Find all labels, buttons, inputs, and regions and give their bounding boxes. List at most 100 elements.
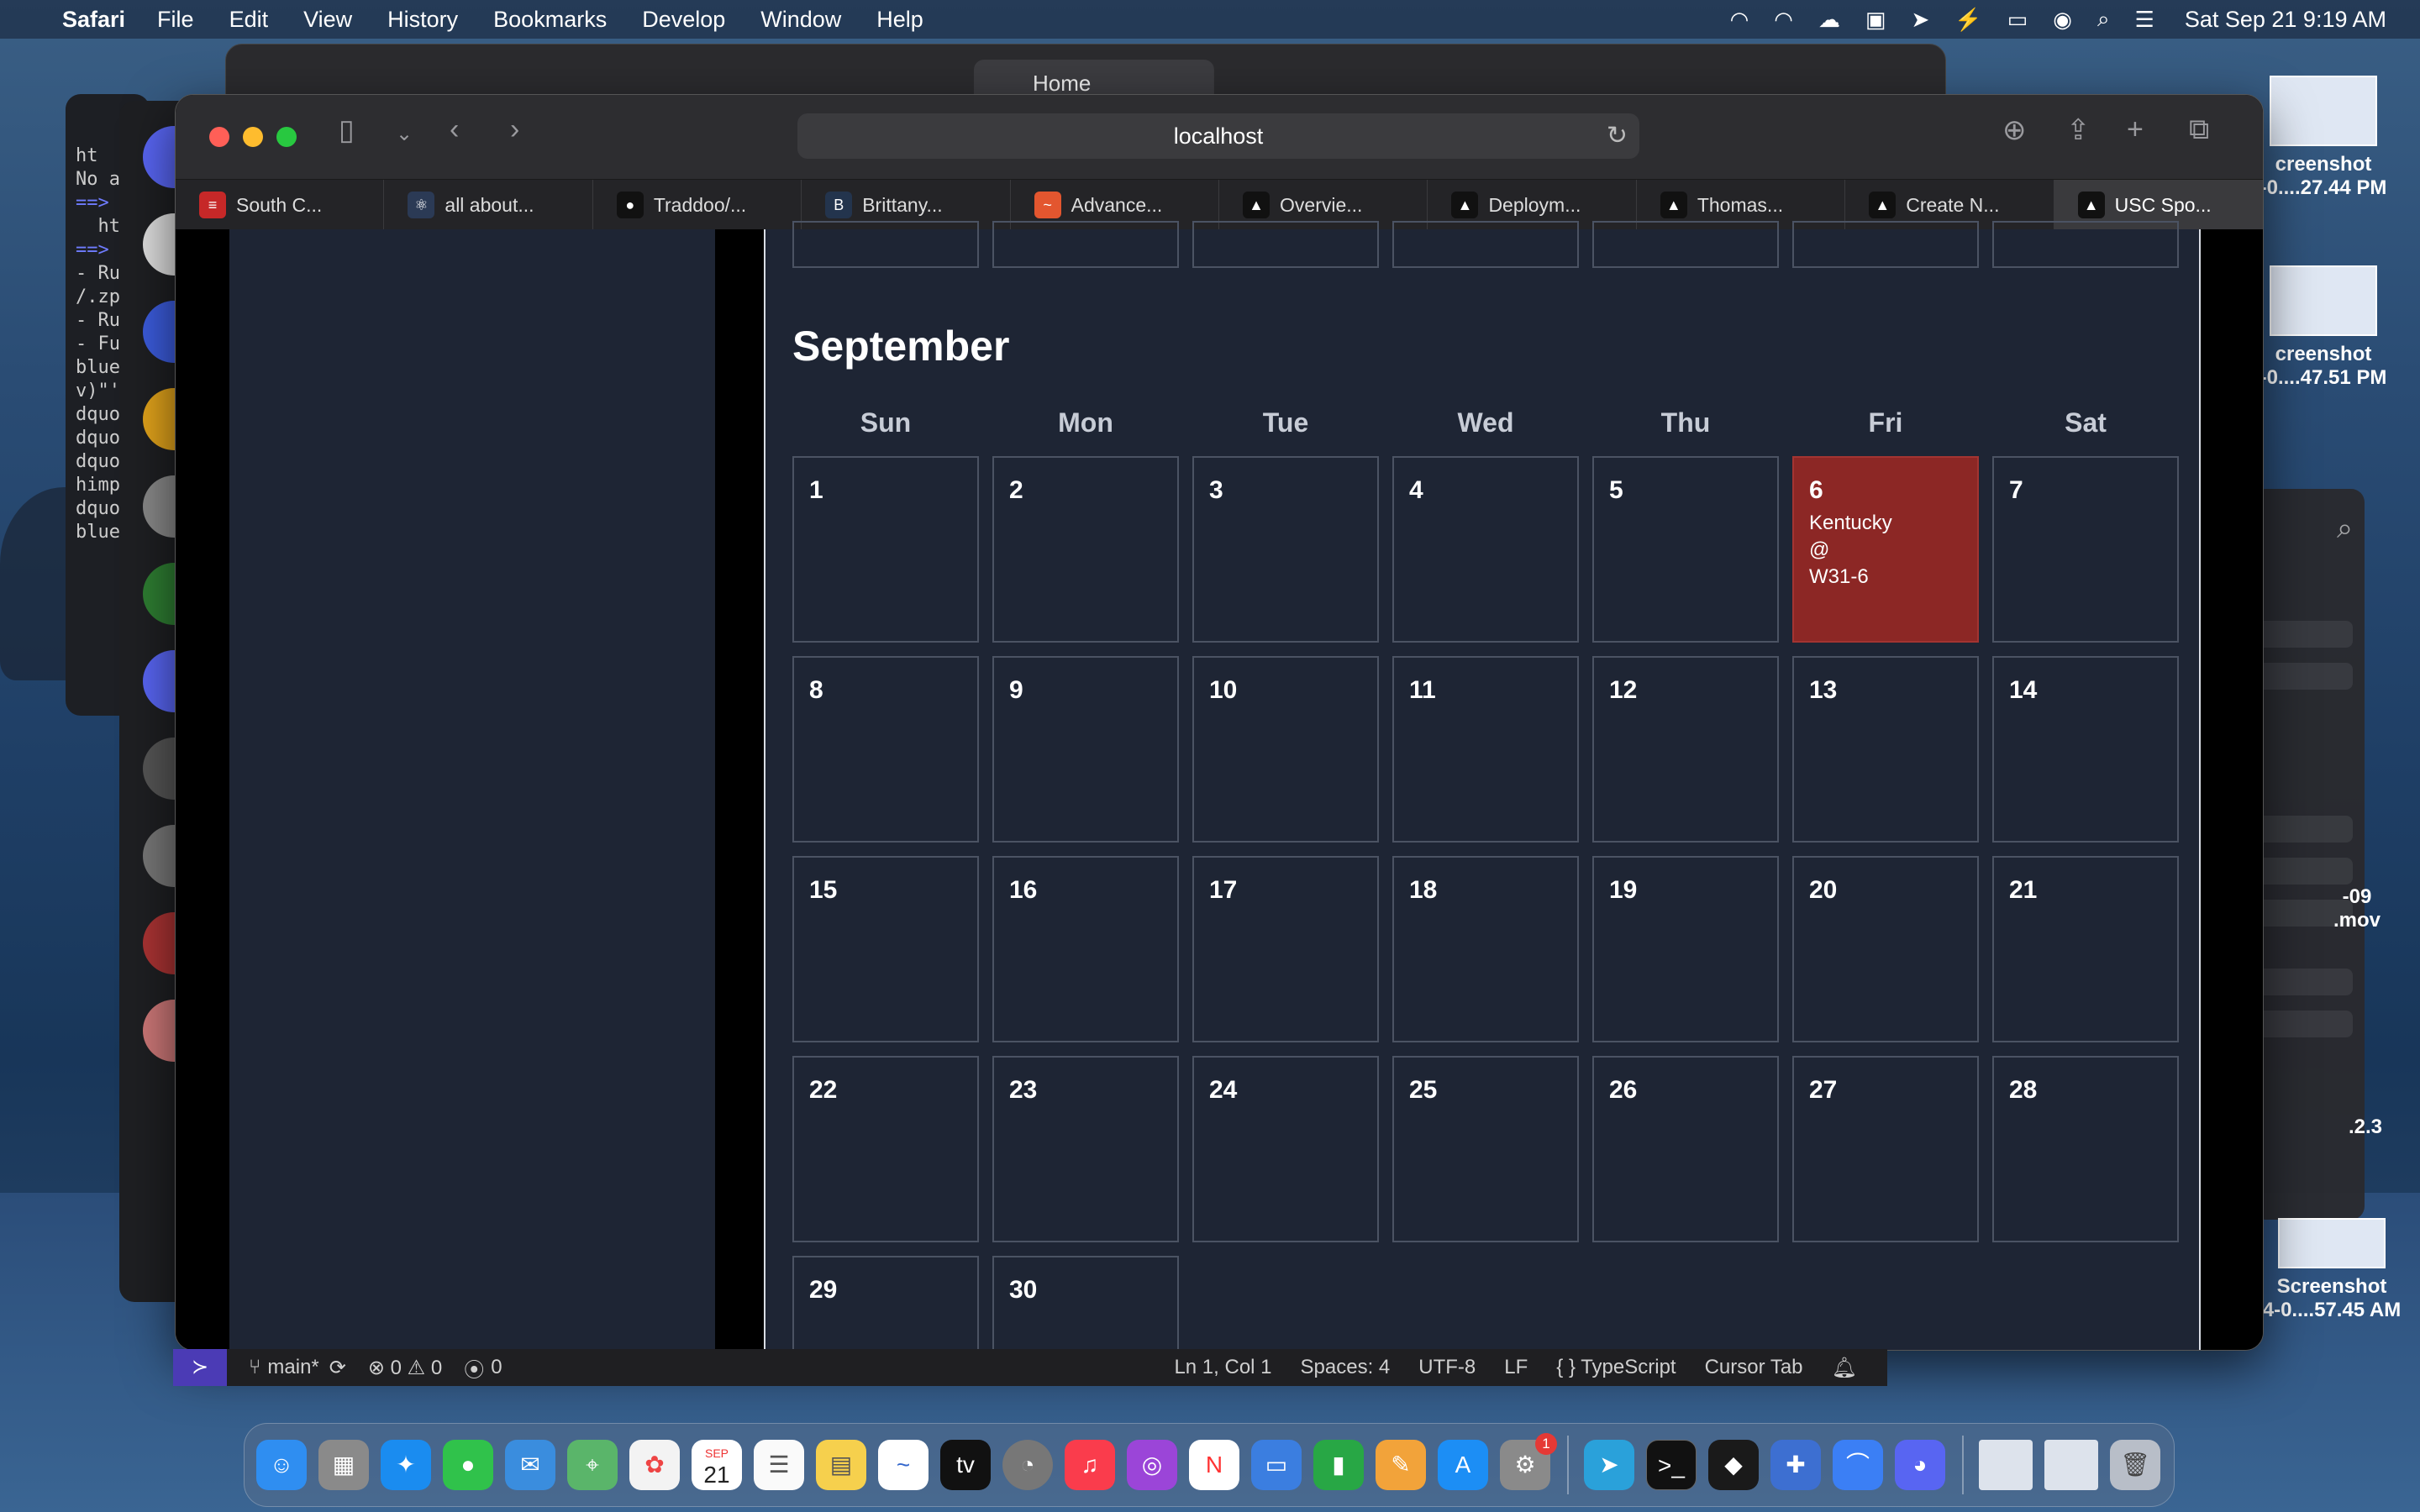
control-center-icon[interactable]: ☰: [2135, 7, 2154, 33]
forward-arrow-icon[interactable]: ›: [510, 113, 519, 146]
list-item[interactable]: [2252, 1011, 2353, 1037]
menu-edit[interactable]: Edit: [229, 7, 269, 33]
calendar-day-cell[interactable]: 13: [1792, 656, 1979, 843]
calendar-day-cell[interactable]: 26: [1592, 1056, 1779, 1242]
reminders-icon[interactable]: ☰: [754, 1440, 804, 1490]
music-icon[interactable]: ♫: [1065, 1440, 1115, 1490]
menu-history[interactable]: History: [387, 7, 458, 33]
app-icon[interactable]: ✚: [1770, 1440, 1821, 1490]
launchpad-icon[interactable]: ▦: [318, 1440, 369, 1490]
menu-clock[interactable]: Sat Sep 21 9:19 AM: [2185, 7, 2386, 33]
line-ending[interactable]: LF: [1504, 1356, 1528, 1379]
calendar-day-cell[interactable]: 9: [992, 656, 1179, 843]
share-icon[interactable]: ⇪: [2066, 113, 2091, 147]
calendar-day-cell[interactable]: 2: [992, 456, 1179, 643]
calendar-day-cell[interactable]: 18: [1392, 856, 1579, 1042]
calendar-day-cell[interactable]: 22: [792, 1056, 979, 1242]
calendar-day-cell[interactable]: 21: [1992, 856, 2179, 1042]
zoom-button[interactable]: [276, 127, 297, 147]
calendar-day-cell[interactable]: 3: [1192, 456, 1379, 643]
bell-icon[interactable]: 🔔︎: [1832, 1356, 1857, 1380]
menu-help[interactable]: Help: [876, 7, 923, 33]
calendar-day-cell[interactable]: 7: [1992, 456, 2179, 643]
indentation[interactable]: Spaces: 4: [1301, 1356, 1391, 1379]
keynote-icon[interactable]: ▭: [1251, 1440, 1302, 1490]
maps-icon[interactable]: ⌖: [567, 1440, 618, 1490]
extension-icon[interactable]: ◠: [1730, 7, 1749, 33]
recent-screenshot-icon[interactable]: [1979, 1440, 2033, 1490]
bolt-icon[interactable]: ⚡: [1954, 7, 1981, 33]
menu-view[interactable]: View: [303, 7, 352, 33]
problems-indicator[interactable]: ⊗ 0 ⚠ 0: [368, 1356, 442, 1380]
messages-icon[interactable]: ●: [443, 1440, 493, 1490]
download-icon[interactable]: ⊕: [2002, 113, 2027, 147]
browser-tab[interactable]: ⚛ all about...: [384, 180, 593, 230]
podcasts-icon[interactable]: ◎: [1127, 1440, 1177, 1490]
trash-icon[interactable]: 🗑︎: [2110, 1440, 2160, 1490]
menu-develop[interactable]: Develop: [642, 7, 725, 33]
list-item[interactable]: [2252, 621, 2353, 648]
menu-app-name[interactable]: Safari: [62, 7, 125, 33]
sidebar-toggle-icon[interactable]: ▯: [339, 113, 355, 147]
list-item[interactable]: [2252, 969, 2353, 995]
list-item[interactable]: [2252, 816, 2353, 843]
calendar-day-cell[interactable]: 1: [792, 456, 979, 643]
disk-utility-icon[interactable]: ◔: [1002, 1440, 1053, 1490]
menu-file[interactable]: File: [157, 7, 194, 33]
recent-screenshot-icon[interactable]: [2044, 1440, 2098, 1490]
mail-icon[interactable]: ✉: [505, 1440, 555, 1490]
freeform-icon[interactable]: ~: [878, 1440, 929, 1490]
menu-window[interactable]: Window: [760, 7, 841, 33]
calendar-day-cell[interactable]: 28: [1992, 1056, 2179, 1242]
minimize-button[interactable]: [243, 127, 263, 147]
close-button[interactable]: [209, 127, 229, 147]
notes-icon[interactable]: ▤: [816, 1440, 866, 1490]
cursor-editor-icon[interactable]: ◆: [1708, 1440, 1759, 1490]
desktop-file-version[interactable]: .2.3: [2319, 1116, 2412, 1139]
photos-icon[interactable]: ✿: [629, 1440, 680, 1490]
language-mode[interactable]: { } TypeScript: [1556, 1356, 1676, 1379]
list-item[interactable]: [2252, 858, 2353, 885]
safari-icon[interactable]: ✦: [381, 1440, 431, 1490]
calendar-day-cell[interactable]: 29: [792, 1256, 979, 1350]
search-icon[interactable]: ⌕: [2097, 6, 2110, 33]
screen-icon[interactable]: ▣: [1865, 7, 1886, 33]
extension-icon-2[interactable]: ◠: [1774, 7, 1793, 33]
calendar-day-cell[interactable]: 19: [1592, 856, 1779, 1042]
event-details[interactable]: Kentucky @ W31-6: [1809, 510, 1892, 591]
numbers-icon[interactable]: ▮: [1313, 1440, 1364, 1490]
search-icon[interactable]: ⌕: [2252, 489, 2365, 545]
app-store-icon[interactable]: A: [1438, 1440, 1488, 1490]
calendar-day-cell[interactable]: 27: [1792, 1056, 1979, 1242]
git-branch[interactable]: main*: [267, 1356, 318, 1379]
calendar-day-cell[interactable]: 30: [992, 1256, 1179, 1350]
calendar-day-cell[interactable]: 25: [1392, 1056, 1579, 1242]
list-item[interactable]: [2252, 663, 2353, 690]
battery-icon[interactable]: ▭: [2007, 7, 2028, 33]
calendar-event-cell[interactable]: 6 Kentucky @ W31-6: [1792, 456, 1979, 643]
calendar-day-cell[interactable]: 4: [1392, 456, 1579, 643]
reload-icon[interactable]: ↻: [1607, 113, 1628, 159]
remote-icon[interactable]: ≻: [173, 1349, 227, 1386]
calendar-day-cell[interactable]: 11: [1392, 656, 1579, 843]
calendar-day-cell[interactable]: 12: [1592, 656, 1779, 843]
encoding[interactable]: UTF-8: [1418, 1356, 1476, 1379]
address-bar[interactable]: localhost ↻: [797, 113, 1639, 159]
calendar-day-cell[interactable]: 17: [1192, 856, 1379, 1042]
news-icon[interactable]: N: [1189, 1440, 1239, 1490]
system-settings-icon[interactable]: ⚙ 1: [1500, 1433, 1557, 1490]
cursor-position[interactable]: Ln 1, Col 1: [1174, 1356, 1271, 1379]
background-finder-panel[interactable]: ⌕: [2252, 489, 2365, 1220]
calendar-day-cell[interactable]: 14: [1992, 656, 2179, 843]
telegram-icon[interactable]: ➤: [1584, 1440, 1634, 1490]
calendar-day-cell[interactable]: 23: [992, 1056, 1179, 1242]
ports-icon[interactable]: ⦿: [464, 1353, 484, 1383]
calendar-day-cell[interactable]: 10: [1192, 656, 1379, 843]
desktop-file-screenshot-1[interactable]: creenshot -0....27.44 PM: [2252, 76, 2395, 200]
cursor-tab[interactable]: Cursor Tab: [1705, 1356, 1803, 1379]
finder-icon[interactable]: ☺: [256, 1440, 307, 1490]
desktop-file-screenshot-3[interactable]: Screenshot 4-0....57.45 AM: [2260, 1218, 2403, 1322]
tab-overview-icon[interactable]: ⧉: [2189, 113, 2209, 146]
browser-tab[interactable]: ≡ South C...: [176, 180, 385, 230]
menu-bookmarks[interactable]: Bookmarks: [493, 7, 607, 33]
